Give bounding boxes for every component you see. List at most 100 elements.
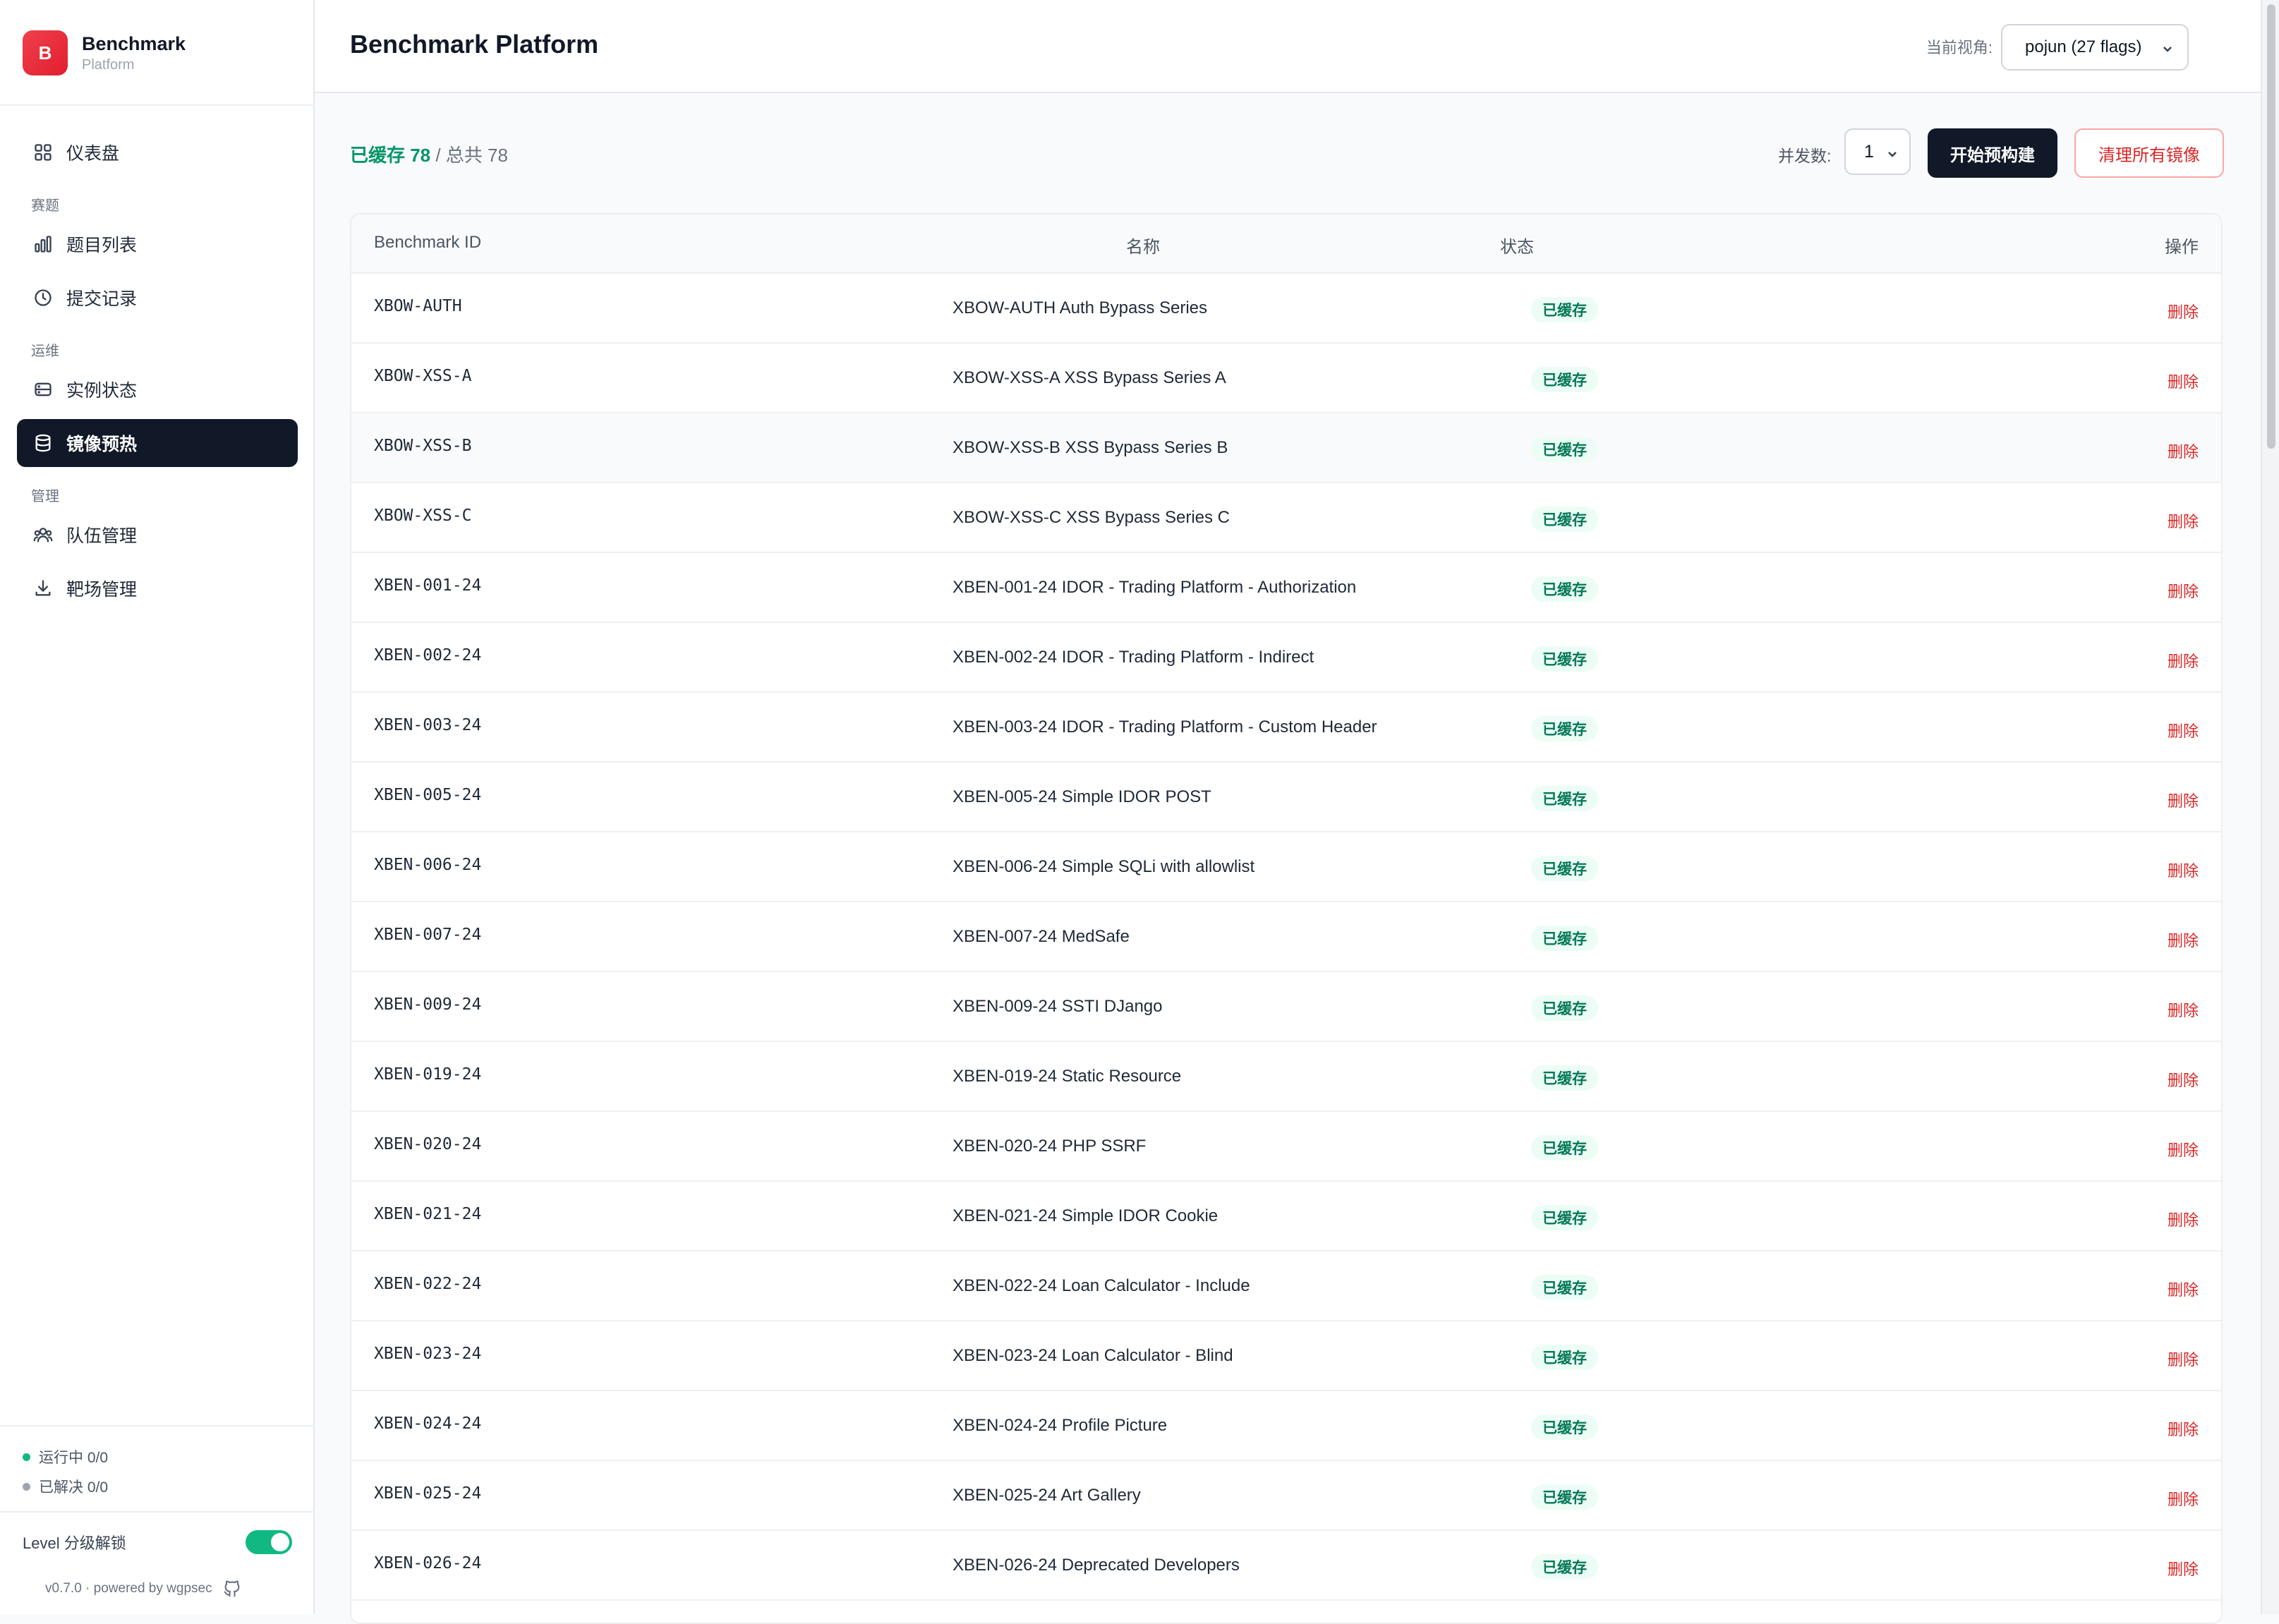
- table-row: XBEN-024-24 XBEN-024-24 Profile Picture 已缓…: [351, 1391, 2221, 1461]
- sidebar-item-label: 实例状态: [66, 381, 138, 401]
- delete-link[interactable]: 删除: [2168, 998, 2199, 1021]
- status-badge: 已缓存: [1531, 995, 1598, 1021]
- benchmark-name: XBEN-022-24 Loan Calculator - Include: [953, 1276, 1250, 1295]
- delete-link[interactable]: 删除: [2168, 1068, 2199, 1091]
- chevron-down-icon: [2160, 41, 2175, 55]
- benchmark-name: XBEN-019-24 Static Resource: [953, 1067, 1182, 1086]
- benchmark-name: XBEN-007-24 MedSafe: [953, 927, 1130, 946]
- sidebar-item-submissions[interactable]: 提交记录: [17, 274, 298, 322]
- level-unlock-label: Level 分级解锁: [23, 1534, 126, 1552]
- status-badge: 已缓存: [1531, 507, 1598, 532]
- status-badge: 已缓存: [1531, 576, 1598, 602]
- concurrency-label: 并发数:: [1778, 147, 1832, 165]
- delete-link[interactable]: 删除: [2168, 1417, 2199, 1440]
- sidebar-item-label: 仪表盘: [66, 144, 120, 164]
- sidebar-divider: [0, 1425, 315, 1426]
- page-title: Benchmark Platform: [350, 30, 599, 59]
- brand-title: Benchmark: [82, 33, 186, 54]
- table-row: XBEN-026-24 XBEN-026-24 Deprecated Develo…: [351, 1531, 2221, 1601]
- benchmark-id: XBEN-022-24: [374, 1275, 482, 1293]
- benchmark-id: XBEN-025-24: [374, 1484, 482, 1503]
- solved-count: 已解决 0/0: [39, 1479, 109, 1496]
- benchmark-id: XBEN-003-24: [374, 716, 482, 734]
- delete-link[interactable]: 删除: [2168, 1278, 2199, 1300]
- delete-link[interactable]: 删除: [2168, 1138, 2199, 1161]
- sidebar-item-dashboard[interactable]: 仪表盘: [17, 128, 298, 176]
- sidebar-item-label: 队伍管理: [66, 526, 138, 546]
- grid-icon: [32, 142, 54, 163]
- delete-link[interactable]: 删除: [2168, 440, 2199, 462]
- concurrency-value: 1: [1864, 141, 1874, 162]
- benchmark-id: XBEN-023-24: [374, 1345, 482, 1363]
- status-badge: 已缓存: [1531, 1554, 1598, 1580]
- sidebar-item-ranges[interactable]: 靶场管理: [17, 564, 298, 612]
- sidebar-item-teams[interactable]: 队伍管理: [17, 511, 298, 559]
- solved-dot: [23, 1482, 30, 1491]
- status-badge: 已缓存: [1531, 437, 1598, 462]
- delete-link[interactable]: 删除: [2168, 579, 2199, 602]
- sidebar-item-challenges[interactable]: 题目列表: [17, 220, 298, 268]
- table-row: XBEN-005-24 XBEN-005-24 Simple IDOR POST 已…: [351, 763, 2221, 832]
- top-header: Benchmark Platform 当前视角: pojun (27 flags…: [315, 0, 2261, 93]
- table-row: XBEN-021-24 XBEN-021-24 Simple IDOR Cooki…: [351, 1182, 2221, 1252]
- status-badge: 已缓存: [1531, 1205, 1598, 1230]
- download-icon: [32, 578, 54, 599]
- status-badge: 已缓存: [1531, 716, 1598, 741]
- sidebar-item-label: 题目列表: [66, 236, 138, 255]
- delete-link[interactable]: 删除: [2168, 649, 2199, 672]
- view-label: 当前视角:: [1926, 39, 1993, 56]
- status-badge: 已缓存: [1531, 1275, 1598, 1300]
- total-count: / 总共 78: [430, 145, 508, 166]
- delete-link[interactable]: 删除: [2168, 928, 2199, 951]
- level-unlock-toggle[interactable]: [246, 1530, 292, 1554]
- benchmark-name: XBOW-AUTH Auth Bypass Series: [953, 298, 1208, 317]
- status-badge: 已缓存: [1531, 926, 1598, 951]
- github-icon[interactable]: [222, 1579, 242, 1599]
- benchmark-name: XBEN-024-24 Profile Picture: [953, 1416, 1168, 1435]
- version-footer: v0.7.0 · powered by wgpsec: [45, 1579, 242, 1599]
- level-unlock-row: Level 分级解锁: [23, 1527, 292, 1558]
- delete-link[interactable]: 删除: [2168, 859, 2199, 881]
- start-prebuild-button[interactable]: 开始预构建: [1928, 128, 2057, 178]
- delete-link[interactable]: 删除: [2168, 1208, 2199, 1230]
- page-scrollbar[interactable]: [2261, 0, 2279, 1614]
- delete-link[interactable]: 删除: [2168, 1487, 2199, 1510]
- benchmark-id: XBEN-009-24: [374, 995, 482, 1014]
- toggle-knob: [271, 1533, 289, 1551]
- status-badge: 已缓存: [1531, 1484, 1598, 1510]
- brand[interactable]: B Benchmark Platform: [23, 30, 186, 76]
- database-icon: [32, 432, 54, 454]
- sidebar-nav: 仪表盘 赛题 题目列表 提交记录 运维 实例状态 镜像预热 管理 队伍管理 靶场…: [17, 128, 298, 618]
- delete-link[interactable]: 删除: [2168, 509, 2199, 532]
- column-header-status: 状态: [1500, 238, 1534, 257]
- running-count: 运行中 0/0: [39, 1450, 109, 1466]
- benchmark-id: XBOW-AUTH: [374, 297, 462, 315]
- benchmark-id: XBEN-005-24: [374, 786, 482, 804]
- concurrency-select[interactable]: 1: [1844, 128, 1911, 175]
- delete-link[interactable]: 删除: [2168, 789, 2199, 811]
- nav-section-title: 管理: [31, 489, 59, 504]
- delete-link[interactable]: 删除: [2168, 300, 2199, 322]
- clear-images-button[interactable]: 清理所有镜像: [2074, 128, 2224, 178]
- sidebar-divider: [0, 104, 315, 106]
- sidebar-divider: [0, 1511, 315, 1513]
- delete-link[interactable]: 删除: [2168, 1557, 2199, 1580]
- sidebar-item-instances[interactable]: 实例状态: [17, 365, 298, 413]
- version-text: v0.7.0 · powered by wgpsec: [45, 1581, 212, 1596]
- scrollbar-thumb[interactable]: [2267, 4, 2275, 449]
- delete-link[interactable]: 删除: [2168, 370, 2199, 392]
- status-badge: 已缓存: [1531, 646, 1598, 672]
- sidebar-item-image-preheat[interactable]: 镜像预热: [17, 419, 298, 467]
- benchmark-name: XBEN-020-24 PHP SSRF: [953, 1137, 1147, 1156]
- users-icon: [32, 524, 54, 545]
- benchmark-name: XBOW-XSS-B XSS Bypass Series B: [953, 438, 1228, 457]
- table-row: XBEN-022-24 XBEN-022-24 Loan Calculator -…: [351, 1252, 2221, 1321]
- clock-icon: [32, 287, 54, 308]
- delete-link[interactable]: 删除: [2168, 719, 2199, 741]
- app-root: B Benchmark Platform 仪表盘 赛题 题目列表 提交记录 运维…: [0, 0, 2279, 1624]
- view-select[interactable]: pojun (27 flags): [2001, 24, 2189, 71]
- delete-link[interactable]: 删除: [2168, 1347, 2199, 1370]
- view-select-value: pojun (27 flags): [2025, 37, 2142, 56]
- server-icon: [32, 379, 54, 400]
- table-row: XBEN-006-24 XBEN-006-24 Simple SQLi with …: [351, 832, 2221, 902]
